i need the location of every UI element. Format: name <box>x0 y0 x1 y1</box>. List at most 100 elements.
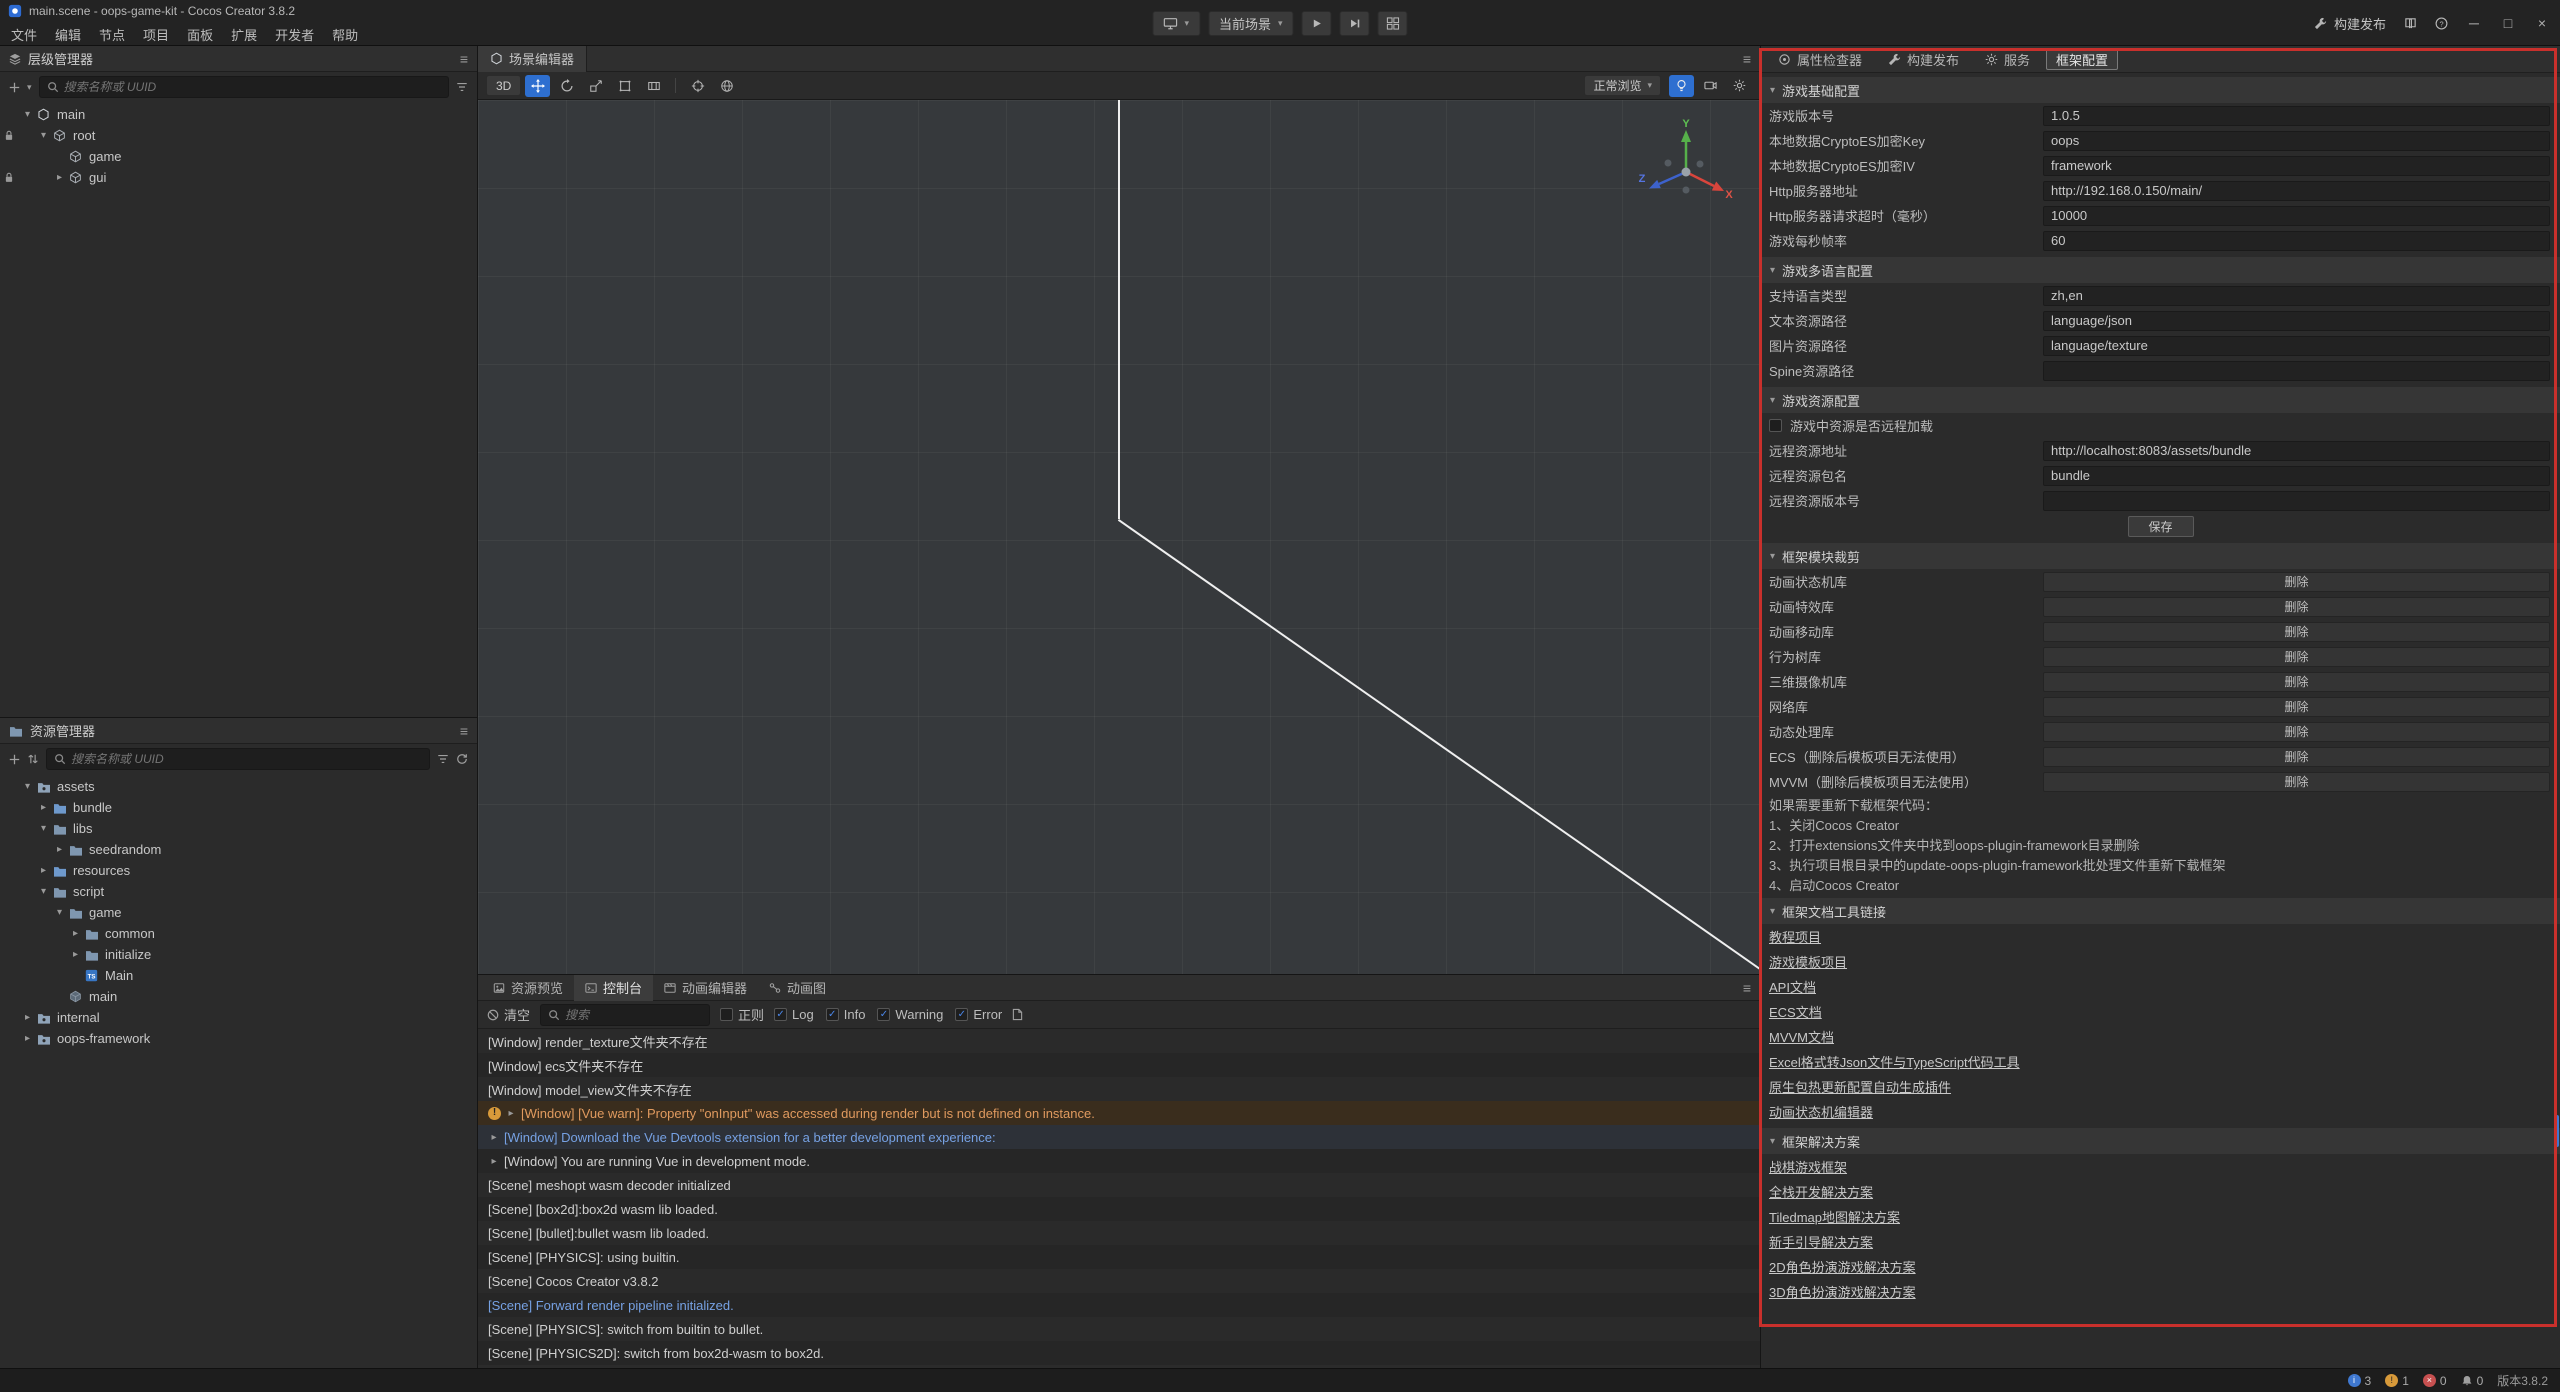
doc-link[interactable]: 原生包热更新配置自动生成插件 <box>1769 1077 1951 1096</box>
module-delete-button[interactable]: 删除 <box>2043 647 2550 667</box>
build-publish-button[interactable]: 构建发布 <box>2314 14 2386 33</box>
field-input[interactable] <box>2043 466 2550 486</box>
panel-menu-icon[interactable]: ≡ <box>1743 51 1751 67</box>
section-header[interactable]: ▾框架解决方案 <box>1761 1128 2560 1154</box>
export-log-icon[interactable] <box>1012 1008 1023 1021</box>
ui-tool-button[interactable] <box>641 75 666 97</box>
error-count-badge[interactable]: × 0 <box>2423 1374 2447 1388</box>
expand-arrow-icon[interactable]: ▸ <box>52 844 67 855</box>
menu-item[interactable]: 项目 <box>134 22 178 47</box>
asset-node[interactable]: ▾script <box>0 881 477 902</box>
field-input[interactable] <box>2043 361 2550 381</box>
rotate-tool-button[interactable] <box>554 75 579 97</box>
scene-camera-button[interactable] <box>1698 75 1723 97</box>
asset-node[interactable]: ▸internal <box>0 1007 477 1028</box>
refresh-icon[interactable] <box>456 753 468 765</box>
console-tab[interactable]: 动画图 <box>758 975 837 1001</box>
asset-node[interactable]: TSMain <box>0 965 477 986</box>
step-button[interactable] <box>1340 11 1370 36</box>
inspector-tab[interactable]: 构建发布 <box>1878 49 1969 70</box>
help-icon[interactable]: ? <box>2435 17 2448 30</box>
scrollbar-thumb[interactable] <box>2554 1115 2559 1147</box>
clear-console-button[interactable]: 清空 <box>487 1005 530 1024</box>
module-delete-button[interactable]: 删除 <box>2043 597 2550 617</box>
field-input[interactable] <box>2043 106 2550 126</box>
checkbox-icon[interactable] <box>1769 419 1782 432</box>
doc-link[interactable]: 全栈开发解决方案 <box>1769 1182 1873 1201</box>
log-row[interactable]: [Scene] [PHYSICS]: switch from builtin t… <box>478 1317 1760 1341</box>
world-local-toggle-button[interactable] <box>714 75 739 97</box>
docs-icon[interactable] <box>2404 17 2417 30</box>
panel-menu-icon[interactable]: ≡ <box>460 51 468 67</box>
inspector-tab[interactable]: 框架配置 <box>2046 49 2118 70</box>
gizmo-y-label[interactable]: Y <box>1682 118 1690 130</box>
scene-editor-tab[interactable]: 场景编辑器 <box>478 46 587 72</box>
collapse-arrow-icon[interactable]: ▾ <box>1770 551 1775 562</box>
doc-link[interactable]: 3D角色扮演游戏解决方案 <box>1769 1282 1916 1301</box>
scale-tool-button[interactable] <box>583 75 608 97</box>
field-input[interactable] <box>2043 181 2550 201</box>
doc-link[interactable]: 战棋游戏框架 <box>1769 1157 1847 1176</box>
console-tab[interactable]: 动画编辑器 <box>653 975 758 1001</box>
doc-link[interactable]: Excel格式转Json文件与TypeScript代码工具 <box>1769 1052 2020 1071</box>
collapse-arrow-icon[interactable]: ▾ <box>1770 395 1775 406</box>
sort-icon[interactable] <box>27 753 39 765</box>
log-row[interactable]: [Window] model_view文件夹不存在 <box>478 1077 1760 1101</box>
field-input[interactable] <box>2043 206 2550 226</box>
doc-link[interactable]: ECS文档 <box>1769 1002 1822 1021</box>
section-header[interactable]: ▾框架文档工具链接 <box>1761 898 2560 924</box>
log-row[interactable]: [Scene] [PHYSICS2D]: switch from box2d-w… <box>478 1341 1760 1365</box>
play-button[interactable] <box>1302 11 1332 36</box>
axis-gizmo[interactable]: Y X Z <box>1636 118 1736 218</box>
console-search-input[interactable] <box>565 1008 702 1022</box>
asset-node[interactable]: ▸seedrandom <box>0 839 477 860</box>
rect-tool-button[interactable] <box>612 75 637 97</box>
expand-arrow-icon[interactable]: ▾ <box>20 781 35 792</box>
module-delete-button[interactable]: 删除 <box>2043 672 2550 692</box>
doc-link[interactable]: MVVM文档 <box>1769 1027 1834 1046</box>
log-count-badge[interactable]: i 3 <box>2348 1374 2372 1388</box>
view-mode-dropdown[interactable]: 正常浏览 ▾ <box>1584 75 1661 96</box>
menu-item[interactable]: 帮助 <box>323 22 367 47</box>
hierarchy-node[interactable]: game <box>0 146 477 167</box>
projection-toggle[interactable]: 3D <box>486 75 521 96</box>
module-delete-button[interactable]: 删除 <box>2043 572 2550 592</box>
save-button[interactable]: 保存 <box>2128 516 2194 537</box>
asset-node[interactable]: ▸initialize <box>0 944 477 965</box>
checkbox-icon[interactable]: ✓ <box>826 1008 839 1021</box>
layout-button[interactable] <box>1378 11 1408 36</box>
checkbox-icon[interactable] <box>720 1008 733 1021</box>
collapse-arrow-icon[interactable]: ▾ <box>1770 1136 1775 1147</box>
field-input[interactable] <box>2043 156 2550 176</box>
doc-link[interactable]: 游戏模板项目 <box>1769 952 1847 971</box>
doc-link[interactable]: 新手引导解决方案 <box>1769 1232 1873 1251</box>
expand-arrow-icon[interactable]: ▸ <box>36 865 51 876</box>
pivot-toggle-button[interactable] <box>685 75 710 97</box>
checkbox-icon[interactable]: ✓ <box>877 1008 890 1021</box>
checkbox-icon[interactable]: ✓ <box>774 1008 787 1021</box>
asset-node[interactable]: ▸common <box>0 923 477 944</box>
log-row[interactable]: [Scene] [bullet]:bullet wasm lib loaded. <box>478 1221 1760 1245</box>
expand-arrow-icon[interactable]: ▾ <box>36 886 51 897</box>
expand-arrow-icon[interactable]: ▸ <box>20 1033 35 1044</box>
scene-light-toggle[interactable] <box>1669 75 1694 97</box>
field-input[interactable] <box>2043 491 2550 511</box>
expand-arrow-icon[interactable]: ▸ <box>68 949 83 960</box>
log-row[interactable]: [Scene] Forward render pipeline initiali… <box>478 1293 1760 1317</box>
field-input[interactable] <box>2043 441 2550 461</box>
log-row[interactable]: [Scene] [box2d]:box2d wasm lib loaded. <box>478 1197 1760 1221</box>
gizmo-x-label[interactable]: X <box>1725 189 1733 201</box>
hierarchy-search-input[interactable] <box>64 80 441 94</box>
field-input[interactable] <box>2043 286 2550 306</box>
console-tab[interactable]: 资源预览 <box>482 975 574 1001</box>
hierarchy-node[interactable]: ▸gui <box>0 167 477 188</box>
section-header[interactable]: ▾游戏资源配置 <box>1761 387 2560 413</box>
inspector-tab[interactable]: 服务 <box>1975 49 2040 70</box>
field-input[interactable] <box>2043 336 2550 356</box>
move-tool-button[interactable] <box>525 75 550 97</box>
log-row[interactable]: [Scene] meshopt wasm decoder initialized <box>478 1173 1760 1197</box>
asset-node[interactable]: ▸resources <box>0 860 477 881</box>
hierarchy-node[interactable]: ▾main <box>0 104 477 125</box>
module-delete-button[interactable]: 删除 <box>2043 772 2550 792</box>
asset-node[interactable]: ▸oops-framework <box>0 1028 477 1049</box>
